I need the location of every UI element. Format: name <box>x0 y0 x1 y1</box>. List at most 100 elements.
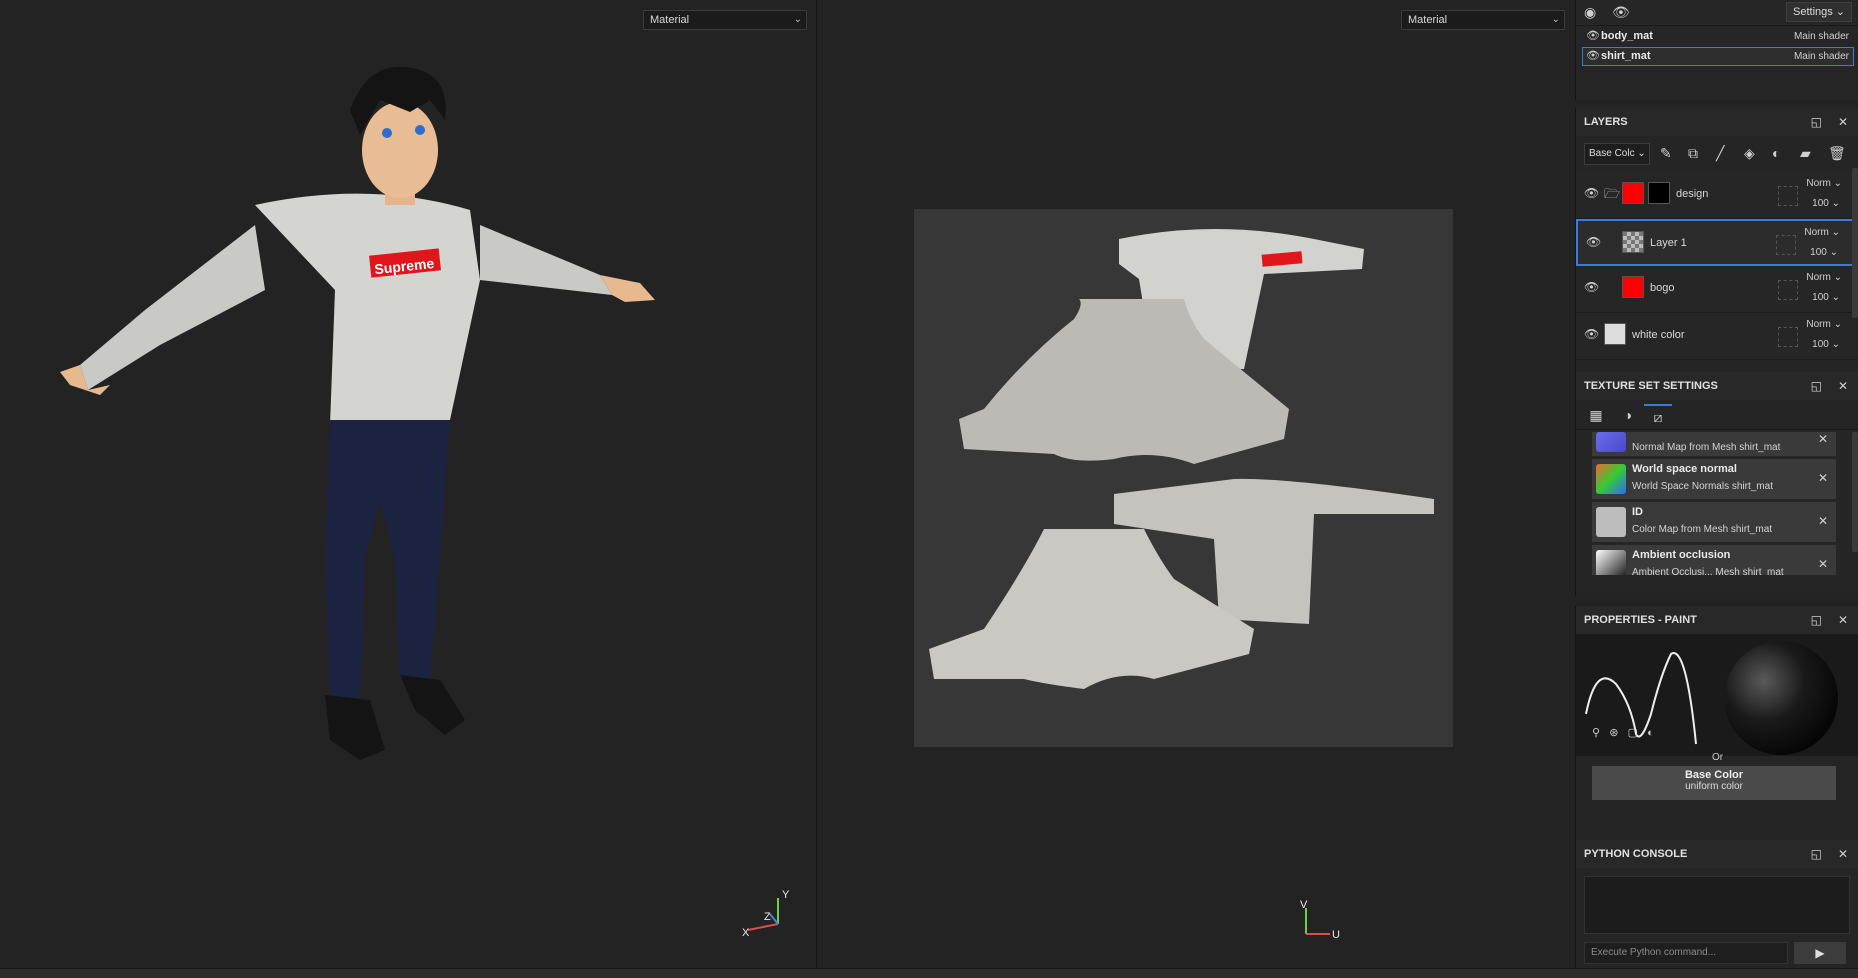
close-icon[interactable]: ✕ <box>1838 613 1848 627</box>
or-label: Or <box>1711 752 1724 763</box>
layers-scrollbar[interactable] <box>1852 168 1858 318</box>
chevron-down-icon: ⌄ <box>1551 14 1560 25</box>
mask-slot[interactable] <box>1778 280 1798 300</box>
opacity-select[interactable]: 100 ⌄ <box>1812 198 1840 209</box>
layer-name: white color <box>1632 329 1685 341</box>
blend-mode-select[interactable]: Norm ⌄ <box>1804 227 1840 238</box>
visibility-eye-icon[interactable]: 👁 <box>1586 28 1600 45</box>
bake-item-id[interactable]: ID Color Map from Mesh shirt_mat ✕ <box>1592 502 1836 542</box>
axis-gizmo-2d: V U <box>1300 900 1340 941</box>
blend-mode-label: Norm <box>1806 178 1831 189</box>
float-panel-icon[interactable]: ◱ <box>1811 115 1822 129</box>
tss-header: TEXTURE SET SETTINGS ◱ ✕ <box>1576 372 1858 400</box>
add-mask-icon[interactable]: ⧉ <box>1688 145 1698 162</box>
add-fill-layer-icon[interactable]: ◈ <box>1744 145 1755 162</box>
texture-set-row[interactable]: 👁 body_mat Main shader <box>1582 27 1854 46</box>
bake-item-title: ID <box>1632 506 1643 518</box>
opacity-select[interactable]: 100 ⌄ <box>1812 292 1840 303</box>
texture-set-row[interactable]: 👁 shirt_mat Main shader <box>1582 47 1854 66</box>
visibility-eye-icon[interactable]: 👁 <box>1584 280 1599 294</box>
viewport-2d-material-select[interactable]: Material ⌄ <box>1401 10 1565 30</box>
delete-layer-icon[interactable]: 🗑 <box>1828 145 1846 162</box>
layer-thumbnail <box>1622 182 1644 204</box>
mask-slot[interactable] <box>1778 327 1798 347</box>
texture-set-shader: Main shader <box>1793 51 1849 62</box>
tab-normal-icon[interactable]: ◑ <box>1614 404 1642 426</box>
bake-item-title: Ambient occlusion <box>1632 549 1731 561</box>
viewport-2d[interactable]: Material ⌄ V U <box>818 0 1574 968</box>
settings-label: Settings <box>1793 6 1833 18</box>
panel-title: PROPERTIES - PAINT <box>1584 614 1697 626</box>
viewport-3d[interactable]: Material ⌄ Supreme Y Z X <box>0 0 817 968</box>
texture-set-name: body_mat <box>1601 30 1653 42</box>
axis-u-label: U <box>1332 929 1340 941</box>
bake-item-subtitle: Color Map from Mesh shirt_mat <box>1632 524 1773 535</box>
run-play-icon[interactable]: ▶ <box>1794 942 1846 964</box>
console-output <box>1584 876 1850 934</box>
blend-mode-select[interactable]: Norm ⌄ <box>1806 319 1842 330</box>
layers-panel: LAYERS ◱ ✕ Base Colc ⌄ ✎ ⧉ ╱ ◈ ◐ ▰ 🗑 👁 🗁 … <box>1575 108 1858 372</box>
visibility-eye-icon[interactable]: 👁 <box>1584 186 1599 200</box>
blend-mode-select[interactable]: Norm ⌄ <box>1806 178 1842 189</box>
add-effect-icon[interactable]: ✎ <box>1660 145 1672 162</box>
layer-row-bogo[interactable]: 👁 bogo Norm ⌄ 100 ⌄ <box>1576 266 1858 313</box>
layer-row-design[interactable]: 👁 🗁 design Norm ⌄ 100 ⌄ <box>1576 172 1858 219</box>
settings-dropdown[interactable]: Settings ⌄ <box>1786 2 1852 22</box>
float-panel-icon[interactable]: ◱ <box>1811 379 1822 393</box>
texture-set-toolbar: ◉ 👁 Settings ⌄ <box>1576 0 1858 26</box>
eye-toggle-icon[interactable]: ◉ <box>1584 4 1596 21</box>
bake-item-world-space-normal[interactable]: World space normal World Space Normals s… <box>1592 459 1836 499</box>
opacity-select[interactable]: 100 ⌄ <box>1812 339 1840 350</box>
world-normal-icon <box>1596 464 1626 494</box>
layer-row-white-color[interactable]: 👁 white color Norm ⌄ 100 ⌄ <box>1576 313 1858 360</box>
python-command-input[interactable]: Execute Python command... <box>1584 942 1788 964</box>
axis-z-label: Z <box>764 911 771 923</box>
close-icon[interactable]: ✕ <box>1838 115 1848 129</box>
close-icon[interactable]: ✕ <box>1818 471 1828 485</box>
brush-tools-icons[interactable]: ⚲ ⊛ ▢ ◐ <box>1592 726 1654 739</box>
mask-slot[interactable] <box>1778 186 1798 206</box>
eye-icon[interactable]: 👁 <box>1612 4 1630 21</box>
add-folder-icon[interactable]: ▰ <box>1800 145 1811 162</box>
close-icon[interactable]: ✕ <box>1818 557 1828 571</box>
mask-slot[interactable] <box>1776 235 1796 255</box>
visibility-eye-icon[interactable]: 👁 <box>1584 327 1599 341</box>
channel-select[interactable]: Base Colc ⌄ <box>1584 143 1650 165</box>
texture-set-list-panel: ◉ 👁 Settings ⌄ 👁 body_mat Main shader 👁 … <box>1575 0 1858 100</box>
visibility-eye-icon[interactable]: 👁 <box>1586 48 1600 65</box>
layer-row-layer-1[interactable]: 👁 Layer 1 Norm ⌄ 100 ⌄ <box>1576 219 1858 266</box>
add-smart-material-icon[interactable]: ◐ <box>1772 145 1780 161</box>
visibility-eye-icon[interactable]: 👁 <box>1586 235 1601 249</box>
bake-item-subtitle: Ambient Occlusi... Mesh shirt_mat <box>1632 567 1784 575</box>
bake-item-ambient-occlusion[interactable]: Ambient occlusion Ambient Occlusi... Mes… <box>1592 545 1836 575</box>
panel-title: PYTHON CONSOLE <box>1584 848 1688 860</box>
status-bar <box>0 968 1858 978</box>
uv-islands <box>929 229 1434 689</box>
opacity-value: 100 <box>1812 339 1829 350</box>
close-icon[interactable]: ✕ <box>1838 847 1848 861</box>
python-console-panel: PYTHON CONSOLE ◱ ✕ Execute Python command… <box>1575 840 1858 968</box>
uv-texture-canvas[interactable] <box>914 209 1453 747</box>
layer-name: bogo <box>1650 282 1675 294</box>
close-icon[interactable]: ✕ <box>1818 432 1828 446</box>
bake-item-normal[interactable]: Normal Map from Mesh shirt_mat ✕ <box>1592 432 1836 456</box>
bake-item-title: World space normal <box>1632 463 1737 475</box>
add-paint-layer-icon[interactable]: ╱ <box>1716 145 1724 162</box>
ao-map-icon <box>1596 550 1626 575</box>
console-header: PYTHON CONSOLE ◱ ✕ <box>1576 840 1858 868</box>
float-panel-icon[interactable]: ◱ <box>1811 613 1822 627</box>
close-icon[interactable]: ✕ <box>1818 514 1828 528</box>
axis-x-label: X <box>742 927 750 936</box>
normal-map-icon <box>1596 432 1626 452</box>
material-preview-sphere <box>1724 641 1838 755</box>
blend-mode-select[interactable]: Norm ⌄ <box>1806 272 1842 283</box>
opacity-select[interactable]: 100 ⌄ <box>1810 247 1838 258</box>
tab-channels-icon[interactable]: ▦ <box>1582 404 1610 426</box>
base-color-button[interactable]: Base Color uniform color <box>1592 766 1836 800</box>
layer-thumbnail <box>1622 231 1644 253</box>
panel-title: TEXTURE SET SETTINGS <box>1584 380 1718 392</box>
float-panel-icon[interactable]: ◱ <box>1811 847 1822 861</box>
close-icon[interactable]: ✕ <box>1838 379 1848 393</box>
tss-scrollbar[interactable] <box>1852 432 1858 552</box>
tab-mesh-maps-icon[interactable]: ⧄ <box>1644 404 1672 426</box>
